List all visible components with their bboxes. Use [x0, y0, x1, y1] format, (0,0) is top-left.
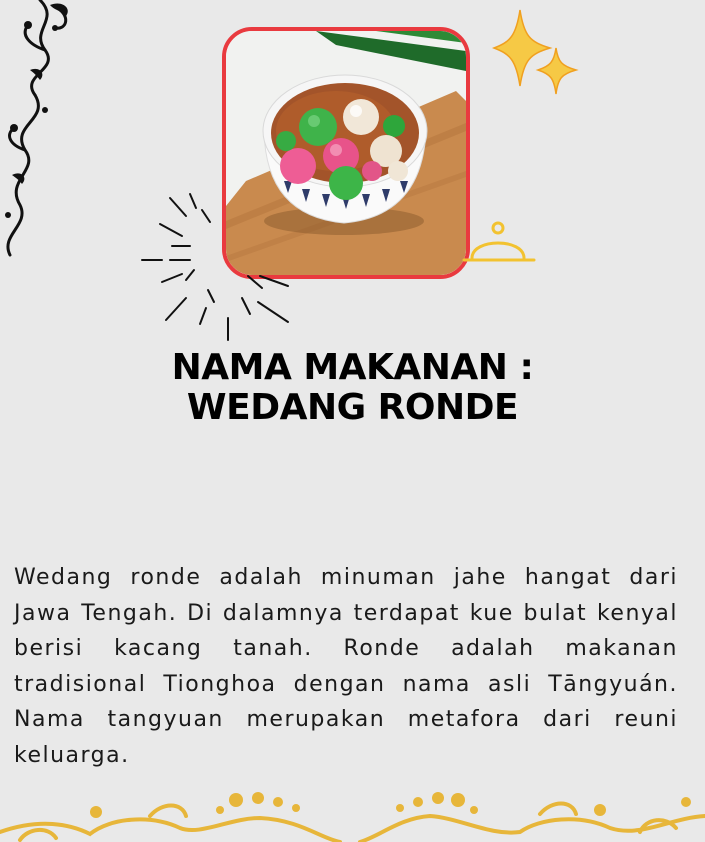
- page-title: NAMA MAKANAN : WEDANG RONDE: [0, 348, 705, 428]
- swirl-ornament-icon: [5, 0, 68, 257]
- title-line-1: NAMA MAKANAN :: [171, 347, 534, 388]
- cloche-icon: [462, 221, 536, 262]
- sparkle-icon: [492, 9, 579, 95]
- burst-lines-icon: [141, 193, 289, 341]
- food-description: Wedang ronde adalah minuman jahe hangat …: [14, 565, 678, 768]
- gold-border-ornament-icon: [0, 792, 705, 842]
- title-line-2: WEDANG RONDE: [186, 387, 519, 428]
- menu-card: NAMA MAKANAN : WEDANG RONDE Wedang ronde…: [0, 0, 705, 842]
